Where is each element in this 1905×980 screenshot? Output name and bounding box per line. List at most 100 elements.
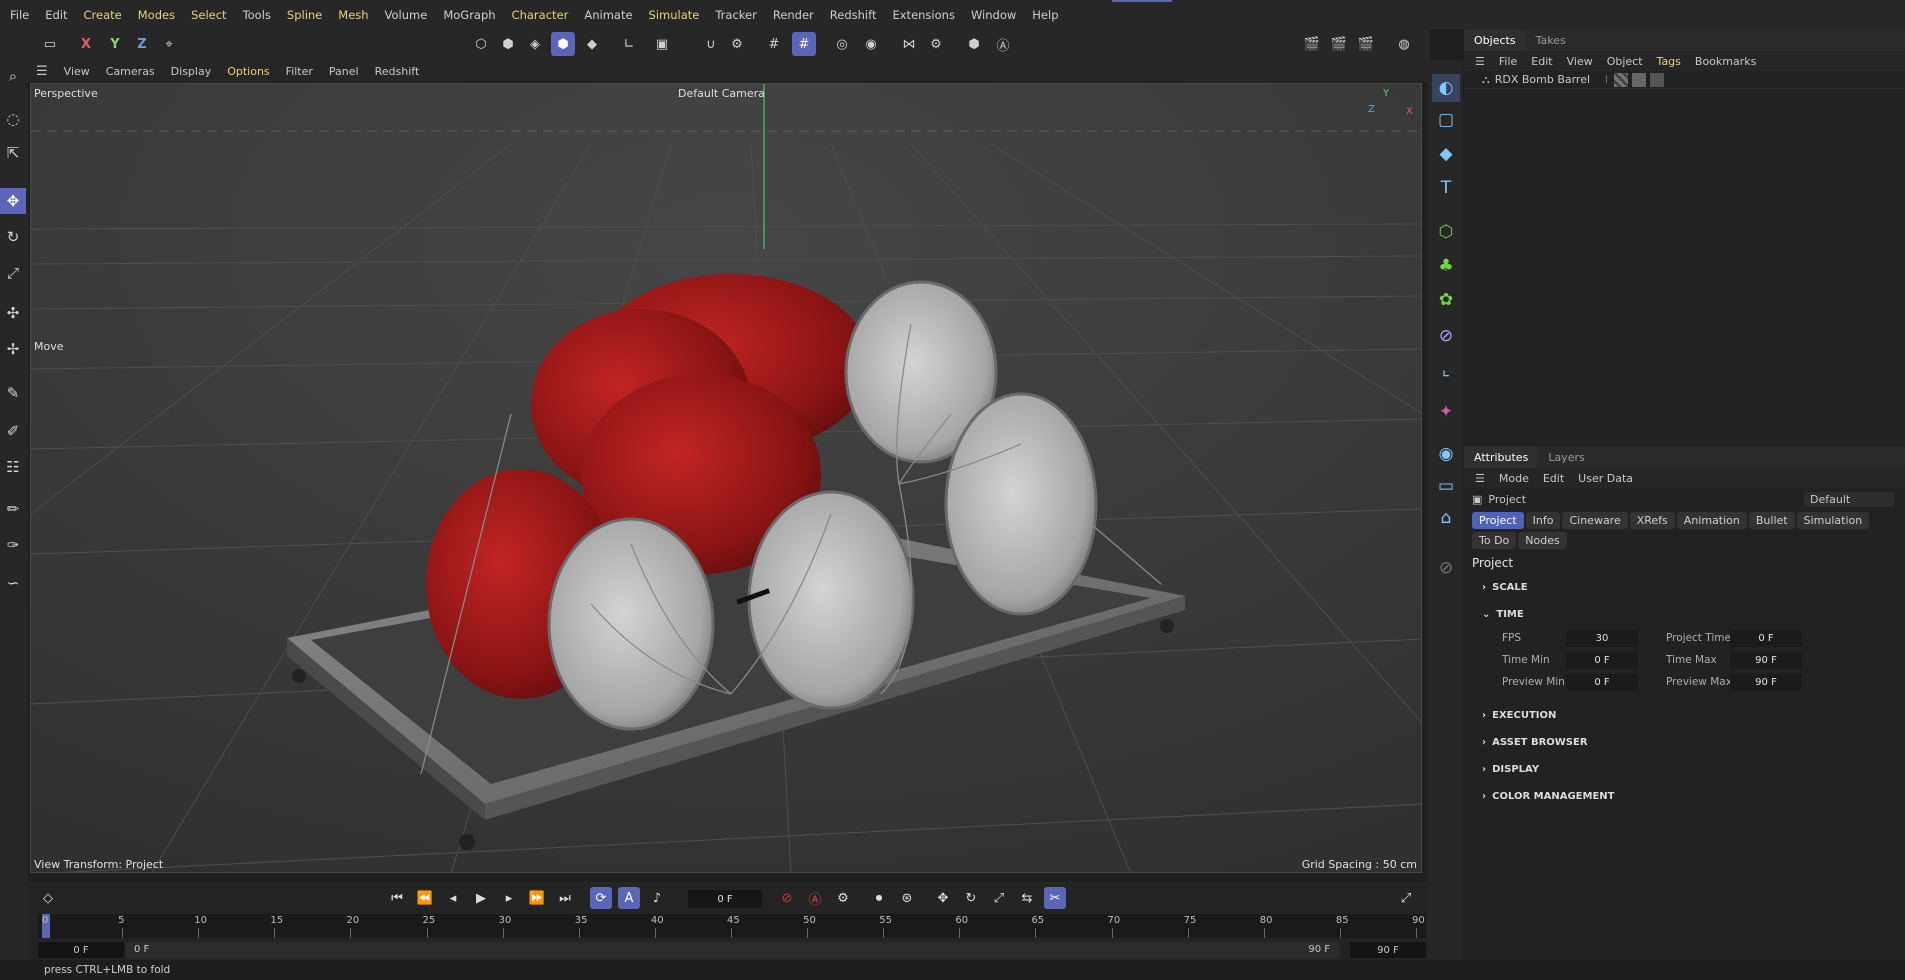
next-key-icon[interactable]: ⏩ xyxy=(526,887,548,909)
current-frame-field[interactable]: 0 F xyxy=(688,890,762,908)
timeline-window-icon[interactable]: ⤢ xyxy=(1395,887,1417,909)
preview-min-field[interactable]: 0 F xyxy=(1566,674,1638,691)
menu-animate[interactable]: Animate xyxy=(576,8,640,22)
prev-key-icon[interactable]: ⏪ xyxy=(414,887,436,909)
disabled-tool-icon[interactable]: ⊘ xyxy=(1432,554,1460,582)
spline-mix-icon[interactable]: ☷ xyxy=(0,454,26,480)
search-icon[interactable]: ⌕ xyxy=(0,63,26,89)
camera-icon[interactable]: ▭ xyxy=(1432,472,1460,500)
section-execution[interactable]: › EXECUTION xyxy=(1464,702,1905,729)
render-settings-icon[interactable]: 🎬 xyxy=(1354,32,1378,56)
menu-file[interactable]: File xyxy=(2,8,37,22)
key-scale-icon[interactable]: ⤢ xyxy=(988,887,1010,909)
objects-menu-tags[interactable]: Tags xyxy=(1650,55,1688,68)
go-to-start-icon[interactable]: ⏮ xyxy=(386,887,408,909)
attributes-menu-edit[interactable]: Edit xyxy=(1536,472,1571,485)
attributes-menu-user-data[interactable]: User Data xyxy=(1571,472,1640,485)
live-selection-icon[interactable]: ◌ xyxy=(0,106,26,132)
section-scale[interactable]: › SCALE xyxy=(1464,574,1905,601)
menu-window[interactable]: Window xyxy=(963,8,1024,22)
tab-objects[interactable]: Objects xyxy=(1464,30,1526,51)
generator-icon[interactable]: ⬡ xyxy=(1432,218,1460,246)
light-icon[interactable]: ◉ xyxy=(1432,440,1460,468)
fps-field[interactable]: 30 xyxy=(1566,630,1638,647)
grid-snap-icon[interactable]: # xyxy=(762,32,786,56)
menu-character[interactable]: Character xyxy=(504,8,577,22)
snap-icon[interactable]: ∪ xyxy=(699,32,723,56)
loop-icon[interactable]: ⟳ xyxy=(590,887,612,909)
tab-takes[interactable]: Takes xyxy=(1526,30,1576,51)
redshift-render-view-icon[interactable]: ◍ xyxy=(1392,32,1416,56)
sound-icon[interactable]: ♪ xyxy=(646,887,668,909)
object-row[interactable]: ⛬ RDX Bomb Barrel ⁞ xyxy=(1464,71,1905,89)
paint-brush-icon[interactable]: ✏ xyxy=(0,496,26,522)
undo-history-icon[interactable]: ▭ xyxy=(38,32,62,56)
menu-redshift[interactable]: Redshift xyxy=(822,8,885,22)
viewport-solo-icon[interactable]: ⬢ xyxy=(962,32,986,56)
chip-nodes[interactable]: Nodes xyxy=(1518,532,1567,549)
uv-mode-icon[interactable]: ◆ xyxy=(580,32,604,56)
section-display[interactable]: › DISPLAY xyxy=(1464,756,1905,783)
workplane-snap-icon[interactable]: # xyxy=(792,32,816,56)
sculpt-tool-icon[interactable]: ∽ xyxy=(0,570,26,596)
lock-x-button[interactable]: X xyxy=(74,32,98,56)
attributes-hamburger-icon[interactable]: ☰ xyxy=(1468,472,1492,485)
viewport-camera-label[interactable]: Default Camera xyxy=(678,87,765,100)
spline-pen-icon[interactable]: ✎ xyxy=(0,380,26,406)
viewport-menu-display[interactable]: Display xyxy=(163,65,220,78)
range-start-field[interactable]: 0 F xyxy=(38,942,124,958)
time-max-field[interactable]: 90 F xyxy=(1730,652,1802,669)
uv-tag-icon[interactable] xyxy=(1632,72,1647,87)
viewport-menu-redshift[interactable]: Redshift xyxy=(367,65,428,78)
objects-menu-bookmarks[interactable]: Bookmarks xyxy=(1688,55,1763,68)
tab-attributes[interactable]: Attributes xyxy=(1464,447,1539,468)
chip-info[interactable]: Info xyxy=(1525,512,1561,529)
transform-tool-icon[interactable]: ✣ xyxy=(0,300,26,326)
move-tool-icon[interactable]: ✥ xyxy=(0,188,26,214)
coordinate-system-icon[interactable]: ⌖ xyxy=(157,32,181,56)
menu-create[interactable]: Create xyxy=(76,8,130,22)
null-object-icon[interactable]: ⌞ xyxy=(1432,356,1460,384)
selection-tool-icon[interactable]: ⇱ xyxy=(0,140,26,166)
viewport-menu-cameras[interactable]: Cameras xyxy=(98,65,163,78)
key-param-icon[interactable]: ⇆ xyxy=(1016,887,1038,909)
range-slider[interactable]: 0 F 90 F xyxy=(126,942,1340,958)
object-manager-icon[interactable]: ◐ xyxy=(1432,74,1460,102)
cube-primitive-icon[interactable]: ◆ xyxy=(1432,140,1460,168)
symmetry-icon[interactable]: ⋈ xyxy=(897,32,921,56)
autokey-icon[interactable]: Ⓐ xyxy=(804,887,826,909)
text-spline-icon[interactable]: T xyxy=(1432,174,1460,202)
objects-menu-edit[interactable]: Edit xyxy=(1524,55,1559,68)
polygons-mode-icon[interactable]: ◈ xyxy=(523,32,547,56)
effector-icon[interactable]: ✦ xyxy=(1432,398,1460,426)
objects-menu-file[interactable]: File xyxy=(1492,55,1524,68)
key-pla-icon[interactable]: ✂ xyxy=(1044,887,1066,909)
viewport-menu-view[interactable]: View xyxy=(56,65,98,78)
next-frame-icon[interactable]: ▸ xyxy=(498,887,520,909)
menu-mesh[interactable]: Mesh xyxy=(330,8,376,22)
project-time-field[interactable]: 0 F xyxy=(1730,630,1802,647)
range-end-field[interactable]: 90 F xyxy=(1350,942,1426,958)
tweak-icon[interactable]: ◉ xyxy=(859,32,883,56)
chip-xrefs[interactable]: XRefs xyxy=(1629,512,1675,529)
preview-max-field[interactable]: 90 F xyxy=(1730,674,1802,691)
objects-hamburger-icon[interactable]: ☰ xyxy=(1468,55,1492,68)
go-to-end-icon[interactable]: ⏭ xyxy=(554,887,576,909)
viewport-menu-options[interactable]: Options xyxy=(219,65,277,78)
chip-animation[interactable]: Animation xyxy=(1676,512,1747,529)
timeline-ruler[interactable]: 0 5 10 15 20 25 30 35 40 45 50 55 60 65 70 75 80 85 90 xyxy=(38,914,1426,938)
visibility-dots-icon[interactable]: ⁞ xyxy=(1605,73,1609,86)
material-tag-icon[interactable] xyxy=(1614,72,1629,87)
edges-mode-icon[interactable]: ⬢ xyxy=(496,32,520,56)
menu-tracker[interactable]: Tracker xyxy=(707,8,765,22)
objects-menu-object[interactable]: Object xyxy=(1600,55,1650,68)
menu-help[interactable]: Help xyxy=(1024,8,1066,22)
move-pivot-icon[interactable]: ✢ xyxy=(0,336,26,362)
redshift-ipr-icon[interactable]: Ⓐ xyxy=(991,32,1015,56)
section-color-management[interactable]: › COLOR MANAGEMENT xyxy=(1464,783,1905,810)
preset-dropdown[interactable]: Default xyxy=(1804,491,1894,507)
play-icon[interactable]: ▶ xyxy=(470,887,492,909)
menu-modes[interactable]: Modes xyxy=(130,8,183,22)
tab-layers[interactable]: Layers xyxy=(1538,447,1594,468)
key-rotation-icon[interactable]: ↻ xyxy=(960,887,982,909)
